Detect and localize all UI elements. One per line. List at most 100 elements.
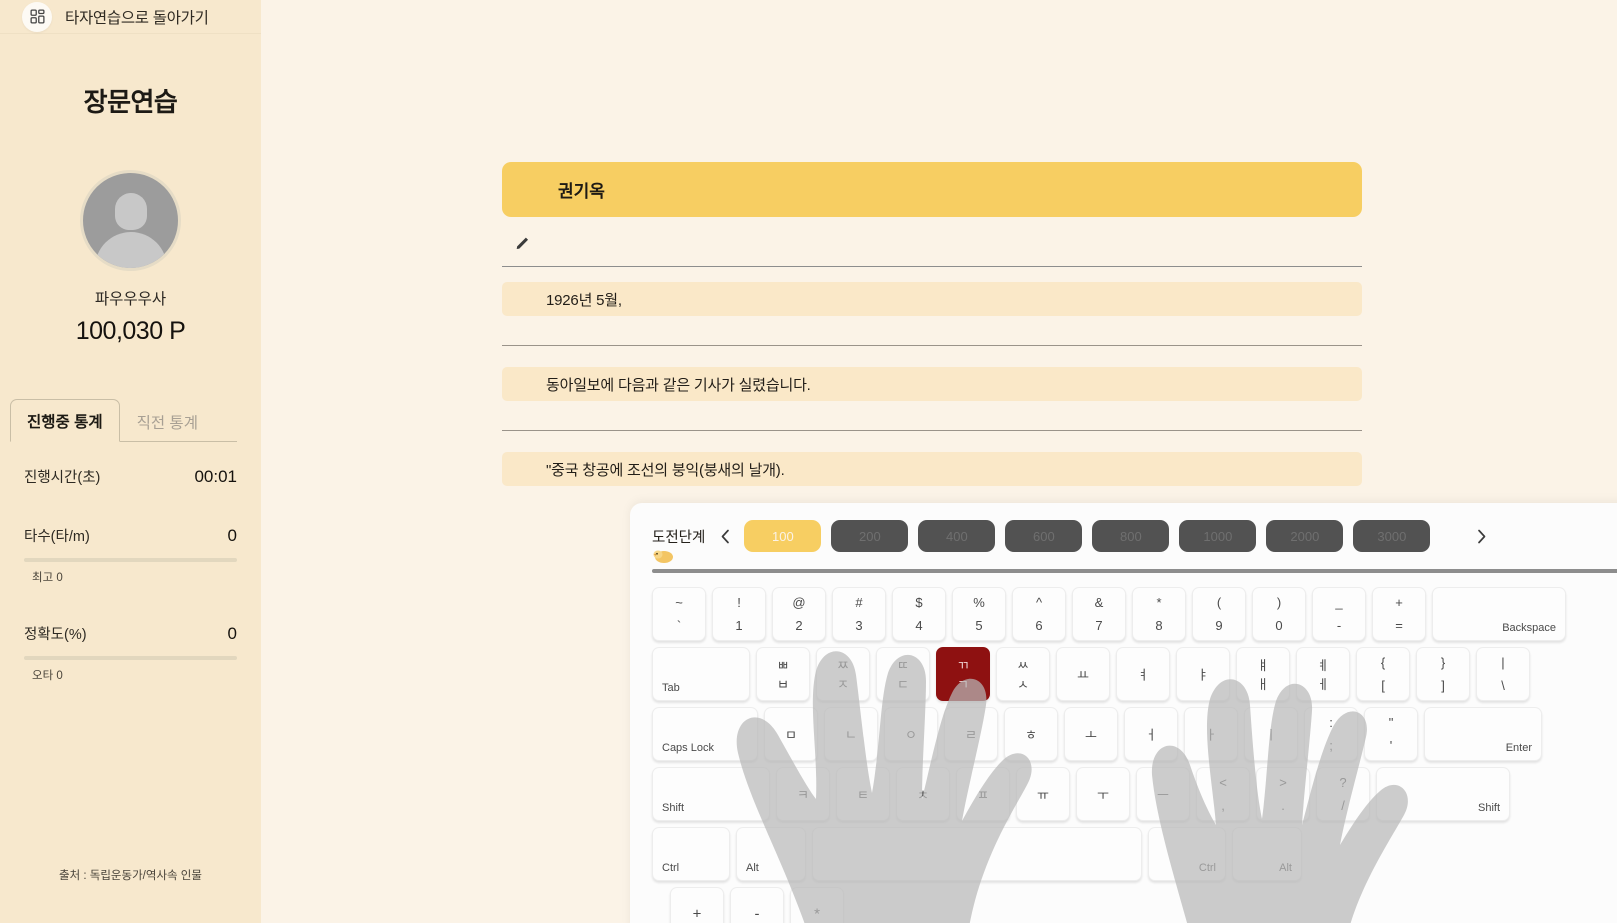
key-Shift[interactable]: Shift — [652, 767, 770, 821]
challenge-level-1000[interactable]: 1000 — [1179, 520, 1257, 552]
key-label: ㄲ — [957, 658, 969, 673]
keyboard-area: ~ `! 1 @2 #3 $4% 5 ^ 6 & 7 * 8(9) 0 _ - + = Backspace Tab ㅃㅂ… — [630, 573, 1617, 923]
back-to-typing-practice-button[interactable]: 타자연습으로 돌아가기 — [0, 0, 261, 34]
key-!1[interactable]: ! 1 — [712, 587, 766, 641]
key-ㅓ[interactable]: ㅓ — [1124, 707, 1178, 761]
key->.[interactable]: >. — [1256, 767, 1310, 821]
key-)0[interactable]: ) 0 — [1252, 587, 1306, 641]
key-label: ~ — [675, 595, 683, 610]
passage-line: 1926년 5월, — [502, 282, 1362, 316]
key-ㅎ[interactable]: ㅎ — [1004, 707, 1058, 761]
key-ㄸㄷ[interactable]: ㄸㄷ — [876, 647, 930, 701]
challenge-level-100[interactable]: 100 — [744, 520, 822, 552]
key-label: ㅛ — [1077, 667, 1089, 683]
challenge-level-3000[interactable]: 3000 — [1353, 520, 1431, 552]
key-ㅠ[interactable]: ㅠ — [1016, 767, 1070, 821]
key-label: ㅜ — [1097, 787, 1109, 803]
key-ㅁ[interactable]: ㅁ — [764, 707, 818, 761]
key-ㄲㄱ[interactable]: ㄲㄱ — [936, 647, 990, 701]
stat-sub-speed-best: 최고 0 — [32, 572, 63, 584]
page-title: 장문연습 — [47, 82, 213, 121]
key-label: Tab — [662, 682, 680, 694]
key-|\[interactable]: | \ — [1476, 647, 1530, 701]
passage-line-block: 1926년 5월, — [502, 282, 1362, 346]
chevron-left-icon[interactable] — [714, 522, 736, 550]
chevron-right-icon[interactable] — [1470, 522, 1492, 550]
key-label: < — [1219, 775, 1227, 790]
key-ㅑ[interactable]: ㅑ — [1176, 647, 1230, 701]
key-+=[interactable]: + = — [1372, 587, 1426, 641]
key-Ctrl[interactable]: Ctrl — [1148, 827, 1226, 881]
key-~`[interactable]: ~ ` — [652, 587, 706, 641]
key-&7[interactable]: & 7 — [1072, 587, 1126, 641]
key-ㅊ[interactable]: ㅊ — [896, 767, 950, 821]
key-$4[interactable]: $4 — [892, 587, 946, 641]
numpad-row: + - * — [670, 887, 844, 923]
key-ㅡ[interactable]: ㅡ — [1136, 767, 1190, 821]
key-label: ㅐ — [1257, 677, 1269, 692]
keyboard-row: Ctrl Alt Ctrl Alt — [652, 827, 1566, 881]
key-Caps Lock[interactable]: Caps Lock — [652, 707, 758, 761]
key-{[[interactable]: {[ — [1356, 647, 1410, 701]
key-ㅛ[interactable]: ㅛ — [1056, 647, 1110, 701]
key-ㅏ[interactable]: ㅏ — [1184, 707, 1238, 761]
pencil-icon[interactable] — [514, 235, 532, 253]
edit-row[interactable] — [502, 222, 1362, 267]
numpad-key-*[interactable]: * — [790, 887, 844, 923]
key-"'[interactable]: " ' — [1364, 707, 1418, 761]
key-label: ㄴ — [845, 727, 857, 743]
key-ㅆㅅ[interactable]: ㅆㅅ — [996, 647, 1050, 701]
key-label: ( — [1216, 595, 1222, 610]
key-^6[interactable]: ^ 6 — [1012, 587, 1066, 641]
key-#3[interactable]: #3 — [832, 587, 886, 641]
tab-previous-stats[interactable]: 직전 통계 — [120, 400, 215, 442]
key-(9[interactable]: (9 — [1192, 587, 1246, 641]
stat-value-speed: 0 — [227, 526, 237, 545]
key-Alt[interactable]: Alt — [1232, 827, 1302, 881]
avatar-body — [94, 232, 167, 268]
key-ㄹ[interactable]: ㄹ — [944, 707, 998, 761]
key-_-[interactable]: _ - — [1312, 587, 1366, 641]
challenge-level-400[interactable]: 400 — [918, 520, 996, 552]
key-}][interactable]: }] — [1416, 647, 1470, 701]
key-ㅇ[interactable]: ㅇ — [884, 707, 938, 761]
challenge-level-2000[interactable]: 2000 — [1266, 520, 1344, 552]
key-Enter[interactable]: Enter — [1424, 707, 1542, 761]
key-Ctrl[interactable]: Ctrl — [652, 827, 730, 881]
key-ㅃㅂ[interactable]: ㅃㅂ — [756, 647, 810, 701]
key-Shift[interactable]: Shift — [1376, 767, 1510, 821]
key-%5[interactable]: % 5 — [952, 587, 1006, 641]
challenge-level-200[interactable]: 200 — [831, 520, 909, 552]
numpad-key--[interactable]: - — [730, 887, 784, 923]
key-ㅗ[interactable]: ㅗ — [1064, 707, 1118, 761]
key-<,[interactable]: <, — [1196, 767, 1250, 821]
key-label: 3 — [855, 618, 863, 633]
key-:;[interactable]: :; — [1304, 707, 1358, 761]
key-Alt[interactable]: Alt — [736, 827, 806, 881]
key-ㅋ[interactable]: ㅋ — [776, 767, 830, 821]
key-label: + — [1395, 595, 1403, 610]
key-label: ㅗ — [1085, 727, 1097, 743]
key-?/[interactable]: ? / — [1316, 767, 1370, 821]
key-ㅣ[interactable]: ㅣ — [1244, 707, 1298, 761]
key-@2[interactable]: @2 — [772, 587, 826, 641]
tab-current-stats[interactable]: 진행중 통계 — [10, 399, 120, 442]
key-ㅌ[interactable]: ㅌ — [836, 767, 890, 821]
numpad-key-+[interactable]: + — [670, 887, 724, 923]
challenge-level-800[interactable]: 800 — [1092, 520, 1170, 552]
key-Tab[interactable]: Tab — [652, 647, 750, 701]
challenge-level-600[interactable]: 600 — [1005, 520, 1083, 552]
key-label: $ — [915, 595, 923, 610]
key-ㅕ[interactable]: ㅕ — [1116, 647, 1170, 701]
key-ㅍ[interactable]: ㅍ — [956, 767, 1010, 821]
key-label: ㅔ — [1317, 677, 1329, 692]
key-ㅖㅔ[interactable]: ㅖㅔ — [1296, 647, 1350, 701]
key-ㅒㅐ[interactable]: ㅒㅐ — [1236, 647, 1290, 701]
key-Backspace[interactable]: Backspace — [1432, 587, 1566, 641]
key-space[interactable] — [812, 827, 1142, 881]
key-*8[interactable]: * 8 — [1132, 587, 1186, 641]
key-ㄴ[interactable]: ㄴ — [824, 707, 878, 761]
main-content: 권기옥 1926년 5월, 동아일보에 다음과 같은 기사가 실렸습니다. "중… — [261, 0, 1617, 923]
key-ㅉㅈ[interactable]: ㅉㅈ — [816, 647, 870, 701]
key-ㅜ[interactable]: ㅜ — [1076, 767, 1130, 821]
